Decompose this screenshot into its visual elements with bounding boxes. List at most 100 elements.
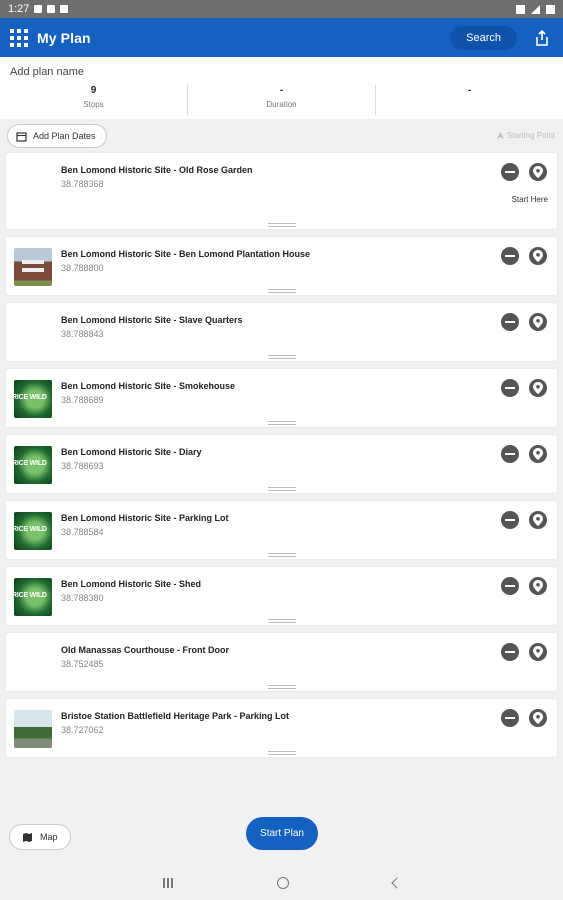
starting-point-button[interactable]: Starting Point	[496, 131, 555, 140]
add-plan-dates-button[interactable]: Add Plan Dates	[7, 124, 107, 148]
stat-value: -	[279, 85, 284, 96]
search-button[interactable]: Search	[450, 25, 517, 50]
stop-coordinate: 38.727062	[61, 725, 104, 735]
start-here-label: Start Here	[511, 195, 548, 204]
stop-card[interactable]: RICE WILD Ben Lomond Historic Site - Smok…	[6, 369, 557, 427]
stat-value: -	[467, 85, 472, 96]
location-pin-icon[interactable]	[529, 577, 547, 595]
stop-coordinate: 38.788368	[61, 179, 104, 189]
settings-notification-icon	[47, 5, 56, 13]
battery-icon	[546, 4, 555, 14]
drag-handle-icon[interactable]	[268, 355, 296, 359]
stop-card[interactable]: Old Manassas Courthouse - Front Door 38.7…	[6, 633, 557, 691]
remove-stop-icon[interactable]	[501, 445, 519, 463]
drag-handle-icon[interactable]	[268, 685, 296, 689]
stop-card[interactable]: RICE WILD Ben Lomond Historic Site - Park…	[6, 501, 557, 559]
stop-card[interactable]: Ben Lomond Historic Site - Slave Quarter…	[6, 303, 557, 361]
status-bar: 1:27	[0, 0, 563, 18]
bluetooth-icon	[516, 4, 525, 14]
stop-coordinate: 38.788584	[61, 527, 104, 537]
back-icon[interactable]	[390, 877, 403, 889]
drag-handle-icon[interactable]	[268, 751, 296, 755]
stop-card[interactable]: RICE WILD Ben Lomond Historic Site - Shed…	[6, 567, 557, 625]
stop-card[interactable]: Ben Lomond Historic Site - Old Rose Gard…	[6, 153, 557, 229]
stop-thumbnail: RICE WILD	[14, 446, 52, 484]
wifi-icon	[531, 4, 540, 14]
location-pin-icon[interactable]	[529, 511, 547, 529]
stop-card[interactable]: RICE WILD Ben Lomond Historic Site - Diar…	[6, 435, 557, 493]
stop-thumbnail	[14, 710, 52, 748]
page-title: My Plan	[37, 29, 91, 46]
drag-handle-icon[interactable]	[268, 553, 296, 557]
thumbnail-logo-text: RICE WILD	[14, 592, 47, 599]
stop-title: Ben Lomond Historic Site - Smokehouse	[61, 381, 236, 391]
stop-title: Ben Lomond Historic Site - Parking Lot	[61, 513, 229, 523]
status-time: 1:27	[8, 3, 30, 15]
map-icon	[23, 832, 32, 842]
remove-stop-icon[interactable]	[501, 163, 519, 181]
stat-extra: -	[375, 85, 563, 115]
stops-list: Ben Lomond Historic Site - Old Rose Gard…	[6, 153, 557, 765]
stop-title: Ben Lomond Historic Site - Diary	[61, 447, 202, 457]
stop-title: Bristoe Station Battlefield Heritage Par…	[61, 711, 290, 721]
location-pin-icon[interactable]	[529, 643, 547, 661]
thumbnail-logo-text: RICE WILD	[14, 460, 47, 467]
plan-stats: 9 Stops - Duration -	[0, 85, 563, 115]
remove-stop-icon[interactable]	[501, 313, 519, 331]
stop-card[interactable]: Bristoe Station Battlefield Heritage Par…	[6, 699, 557, 757]
remove-stop-icon[interactable]	[501, 577, 519, 595]
stop-title: Old Manassas Courthouse - Front Door	[61, 645, 230, 655]
plan-header: Add plan name 9 Stops - Duration -	[0, 57, 563, 119]
map-button[interactable]: Map	[9, 824, 71, 850]
apps-grid-icon[interactable]	[10, 28, 28, 47]
location-pin-icon[interactable]	[529, 247, 547, 265]
stop-thumbnail	[14, 248, 52, 286]
location-pin-icon[interactable]	[529, 445, 547, 463]
stop-title: Ben Lomond Historic Site - Old Rose Gard…	[61, 165, 253, 175]
system-nav-bar	[0, 866, 563, 900]
location-pin-icon[interactable]	[529, 379, 547, 397]
plan-name-field[interactable]: Add plan name	[10, 66, 84, 78]
remove-stop-icon[interactable]	[501, 511, 519, 529]
map-label: Map	[40, 832, 58, 842]
stat-label: Stops	[83, 100, 104, 109]
app-bar: My Plan Search	[0, 18, 563, 57]
stop-coordinate: 38.788693	[61, 461, 104, 471]
stop-coordinate: 38.788800	[61, 263, 104, 273]
thumbnail-logo-text: RICE WILD	[14, 394, 47, 401]
remove-stop-icon[interactable]	[501, 379, 519, 397]
add-plan-dates-label: Add Plan Dates	[33, 131, 96, 141]
stop-card[interactable]: Ben Lomond Historic Site - Ben Lomond Pl…	[6, 237, 557, 295]
stop-title: Ben Lomond Historic Site - Slave Quarter…	[61, 315, 243, 325]
stop-title: Ben Lomond Historic Site - Shed	[61, 579, 202, 589]
drag-handle-icon[interactable]	[268, 619, 296, 623]
notification-icon	[34, 5, 43, 13]
location-pin-icon[interactable]	[529, 313, 547, 331]
remove-stop-icon[interactable]	[501, 709, 519, 727]
calendar-icon	[16, 131, 27, 142]
recent-apps-icon[interactable]	[162, 878, 173, 888]
home-icon[interactable]	[276, 877, 289, 889]
stop-coordinate: 38.752485	[61, 659, 104, 669]
starting-point-label: Starting Point	[506, 131, 555, 140]
stop-thumbnail: RICE WILD	[14, 578, 52, 616]
drag-handle-icon[interactable]	[268, 289, 296, 293]
stop-thumbnail: RICE WILD	[14, 380, 52, 418]
location-pin-icon[interactable]	[529, 709, 547, 727]
drag-handle-icon[interactable]	[268, 421, 296, 425]
location-pin-icon[interactable]	[529, 163, 547, 181]
stop-title: Ben Lomond Historic Site - Ben Lomond Pl…	[61, 249, 311, 259]
start-plan-button[interactable]: Start Plan	[246, 817, 318, 850]
remove-stop-icon[interactable]	[501, 643, 519, 661]
stat-duration: - Duration	[187, 85, 375, 115]
stat-label: Duration	[266, 100, 297, 109]
remove-stop-icon[interactable]	[501, 247, 519, 265]
share-icon[interactable]	[531, 27, 553, 49]
stat-value: 9	[90, 85, 97, 96]
stop-coordinate: 38.788843	[61, 329, 104, 339]
drag-handle-icon[interactable]	[268, 487, 296, 491]
starting-point-icon	[496, 132, 504, 139]
stop-coordinate: 38.788689	[61, 395, 104, 405]
drag-handle-icon[interactable]	[268, 223, 296, 227]
stop-coordinate: 38.788380	[61, 593, 104, 603]
